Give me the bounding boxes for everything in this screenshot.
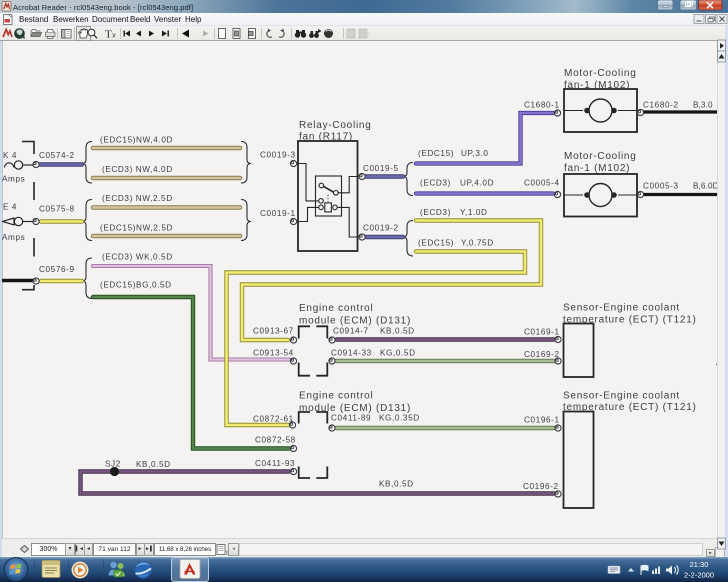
svg-text:C0576-9: C0576-9 — [39, 265, 75, 274]
svg-text:(ECD3) NW,4.0D: (ECD3) NW,4.0D — [102, 165, 173, 174]
svg-text:C0005-3: C0005-3 — [643, 182, 679, 191]
svg-text:C0019-3: C0019-3 — [260, 151, 296, 160]
svg-text:E 4: E 4 — [3, 203, 17, 212]
svg-text:(EDC15): (EDC15) — [418, 239, 454, 248]
svg-text:(EDC15)NW,4.0D: (EDC15)NW,4.0D — [100, 136, 173, 145]
svg-text:fan-1 (M102): fan-1 (M102) — [564, 163, 630, 174]
svg-text:KB,0.5D: KB,0.5D — [379, 480, 414, 489]
svg-text:UP,3.0: UP,3.0 — [461, 149, 489, 158]
svg-text:(ECD3): (ECD3) — [420, 179, 451, 188]
svg-text:2-2-2000: 2-2-2000 — [684, 571, 714, 580]
svg-text:module (ECM) (D131): module (ECM) (D131) — [299, 403, 411, 414]
svg-text:K 4: K 4 — [3, 151, 17, 160]
svg-text:(EDC15)NW,2.5D: (EDC15)NW,2.5D — [100, 224, 173, 233]
svg-text:C0169-1: C0169-1 — [524, 328, 560, 337]
svg-text:Relay-Cooling: Relay-Cooling — [299, 120, 372, 131]
svg-text:(EDC15)BG,0.5D: (EDC15)BG,0.5D — [100, 281, 172, 290]
svg-text:B,6.0D: B,6.0D — [693, 182, 719, 191]
svg-text:(EDC15): (EDC15) — [418, 149, 454, 158]
svg-text:C0872-61: C0872-61 — [253, 415, 294, 424]
svg-text:Amps: Amps — [2, 175, 25, 184]
svg-text:Engine control: Engine control — [299, 391, 373, 402]
svg-text:C1680-1: C1680-1 — [524, 101, 560, 110]
svg-text:C0914-7: C0914-7 — [333, 327, 369, 336]
svg-text:Y,0.75D: Y,0.75D — [461, 239, 494, 248]
svg-text:T: T — [105, 29, 112, 41]
svg-text:Motor-Cooling: Motor-Cooling — [564, 68, 637, 79]
svg-text:C0913-54: C0913-54 — [253, 349, 294, 358]
svg-text:C1680-2: C1680-2 — [643, 101, 679, 110]
svg-text:(ECD3): (ECD3) — [420, 208, 451, 217]
svg-text:C0019-5: C0019-5 — [363, 164, 399, 173]
svg-text:KG,0.5D: KG,0.5D — [380, 349, 416, 358]
svg-text:C0575-8: C0575-8 — [39, 205, 75, 214]
svg-text:C0913-67: C0913-67 — [253, 327, 294, 336]
svg-text:C0196-2: C0196-2 — [523, 482, 559, 491]
svg-text:module (ECM) (D131): module (ECM) (D131) — [299, 316, 411, 327]
svg-text:21:30: 21:30 — [690, 560, 709, 569]
svg-text:Y,1.0D: Y,1.0D — [460, 208, 488, 217]
svg-text:C0196-1: C0196-1 — [524, 416, 560, 425]
svg-text:C0574-2: C0574-2 — [39, 151, 75, 160]
svg-text:UP,4.0D: UP,4.0D — [460, 179, 494, 188]
svg-text:C0019-2: C0019-2 — [363, 224, 399, 233]
svg-text:Motor-Cooling: Motor-Cooling — [564, 151, 637, 162]
svg-text:C0411-89: C0411-89 — [331, 414, 371, 423]
svg-text:KB,0.5D: KB,0.5D — [136, 460, 171, 469]
svg-text:(ECD3) WK,0.5D: (ECD3) WK,0.5D — [102, 253, 173, 262]
svg-text:C0019-1: C0019-1 — [260, 209, 296, 218]
svg-text:C0005-4: C0005-4 — [524, 179, 560, 188]
svg-text:C0914-33: C0914-33 — [331, 349, 372, 358]
svg-text:Amps: Amps — [2, 233, 25, 242]
svg-text:B,3.0: B,3.0 — [693, 101, 713, 110]
svg-text:C0872-58: C0872-58 — [255, 436, 296, 445]
svg-text:KB,0.5D: KB,0.5D — [380, 327, 415, 336]
svg-text:temperature (ECT) (T121): temperature (ECT) (T121) — [563, 402, 697, 413]
svg-text:temperature (ECT) (T121): temperature (ECT) (T121) — [563, 315, 697, 326]
svg-text:SJ2: SJ2 — [105, 460, 121, 469]
svg-text:Sensor-Engine coolant: Sensor-Engine coolant — [563, 303, 680, 314]
svg-text:Engine control: Engine control — [299, 303, 373, 314]
svg-text:fan (R117): fan (R117) — [299, 132, 353, 143]
svg-text:C0411-93: C0411-93 — [255, 459, 295, 468]
svg-text:Sensor-Engine coolant: Sensor-Engine coolant — [563, 391, 680, 402]
svg-text:C0169-2: C0169-2 — [524, 350, 560, 359]
svg-text:KG,0.35D: KG,0.35D — [379, 414, 420, 423]
svg-text:(ECD3) NW,2.5D: (ECD3) NW,2.5D — [102, 194, 173, 203]
svg-text:fan-1 (M102): fan-1 (M102) — [564, 80, 630, 91]
